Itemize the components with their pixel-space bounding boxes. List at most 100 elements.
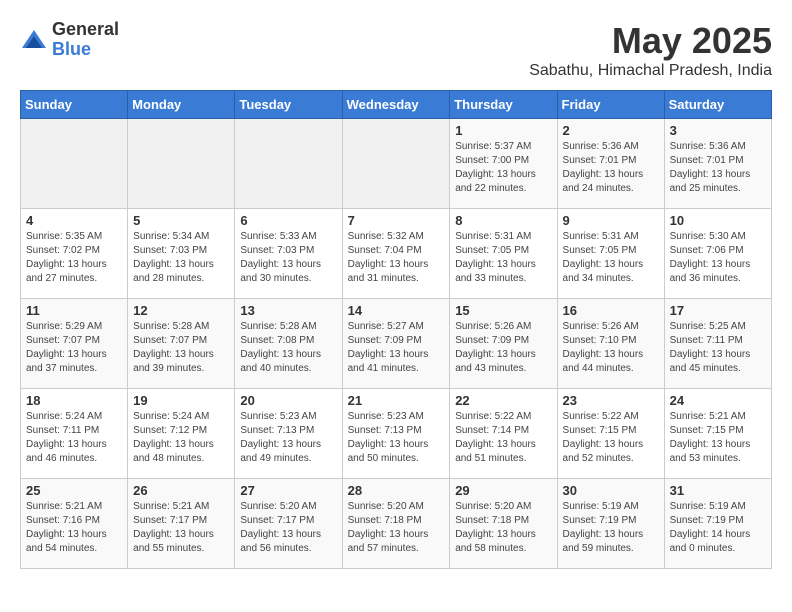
day-number: 7	[348, 213, 445, 228]
day-info: Daylight: 13 hours and 44 minutes.	[563, 348, 659, 376]
day-info: Sunset: 7:12 PM	[133, 424, 229, 438]
day-number: 31	[670, 483, 766, 498]
day-info: Sunrise: 5:21 AM	[133, 500, 229, 514]
table-row: 6Sunrise: 5:33 AMSunset: 7:03 PMDaylight…	[235, 209, 342, 299]
day-info: Daylight: 13 hours and 34 minutes.	[563, 258, 659, 286]
day-info: Sunrise: 5:23 AM	[240, 410, 336, 424]
day-info: Sunrise: 5:34 AM	[133, 230, 229, 244]
day-info: Sunset: 7:02 PM	[26, 244, 122, 258]
logo-icon	[20, 26, 48, 54]
day-info: Sunrise: 5:29 AM	[26, 320, 122, 334]
calendar: Sunday Monday Tuesday Wednesday Thursday…	[20, 90, 772, 569]
table-row: 1Sunrise: 5:37 AMSunset: 7:00 PMDaylight…	[450, 119, 557, 209]
day-info: Daylight: 13 hours and 31 minutes.	[348, 258, 445, 286]
day-number: 29	[455, 483, 551, 498]
day-info: Sunset: 7:15 PM	[670, 424, 766, 438]
table-row: 31Sunrise: 5:19 AMSunset: 7:19 PMDayligh…	[664, 479, 771, 569]
day-info: Daylight: 13 hours and 40 minutes.	[240, 348, 336, 376]
weekday-header-row: Sunday Monday Tuesday Wednesday Thursday…	[21, 91, 772, 119]
day-number: 24	[670, 393, 766, 408]
day-info: Daylight: 13 hours and 55 minutes.	[133, 528, 229, 556]
day-info: Sunset: 7:03 PM	[133, 244, 229, 258]
day-info: Sunrise: 5:20 AM	[455, 500, 551, 514]
day-info: Sunset: 7:14 PM	[455, 424, 551, 438]
day-info: Sunset: 7:18 PM	[348, 514, 445, 528]
day-info: Sunrise: 5:19 AM	[670, 500, 766, 514]
table-row: 22Sunrise: 5:22 AMSunset: 7:14 PMDayligh…	[450, 389, 557, 479]
table-row: 25Sunrise: 5:21 AMSunset: 7:16 PMDayligh…	[21, 479, 128, 569]
day-info: Sunset: 7:11 PM	[670, 334, 766, 348]
day-info: Sunset: 7:13 PM	[348, 424, 445, 438]
day-info: Sunrise: 5:19 AM	[563, 500, 659, 514]
table-row: 23Sunrise: 5:22 AMSunset: 7:15 PMDayligh…	[557, 389, 664, 479]
day-info: Daylight: 13 hours and 43 minutes.	[455, 348, 551, 376]
day-number: 5	[133, 213, 229, 228]
table-row: 4Sunrise: 5:35 AMSunset: 7:02 PMDaylight…	[21, 209, 128, 299]
table-row: 18Sunrise: 5:24 AMSunset: 7:11 PMDayligh…	[21, 389, 128, 479]
day-info: Sunrise: 5:32 AM	[348, 230, 445, 244]
day-info: Sunset: 7:15 PM	[563, 424, 659, 438]
day-info: Sunrise: 5:20 AM	[240, 500, 336, 514]
day-info: Daylight: 13 hours and 37 minutes.	[26, 348, 122, 376]
table-row: 19 Sunrise: 5:24 AMSunset: 7:12 PMDayligh…	[128, 389, 235, 479]
day-info: Daylight: 13 hours and 56 minutes.	[240, 528, 336, 556]
day-info: Sunset: 7:09 PM	[348, 334, 445, 348]
day-info: Sunrise: 5:26 AM	[455, 320, 551, 334]
day-number: 13	[240, 303, 336, 318]
table-row: 21Sunrise: 5:23 AMSunset: 7:13 PMDayligh…	[342, 389, 450, 479]
day-number: 27	[240, 483, 336, 498]
day-number: 3	[670, 123, 766, 138]
day-info: Sunrise: 5:22 AM	[455, 410, 551, 424]
day-number: 19	[133, 393, 229, 408]
day-info: Sunset: 7:07 PM	[26, 334, 122, 348]
day-info: Sunrise: 5:31 AM	[455, 230, 551, 244]
title-area: May 2025 Sabathu, Himachal Pradesh, Indi…	[529, 20, 772, 80]
table-row: 7Sunrise: 5:32 AMSunset: 7:04 PMDaylight…	[342, 209, 450, 299]
day-info: Sunset: 7:17 PM	[133, 514, 229, 528]
day-info: Sunset: 7:06 PM	[670, 244, 766, 258]
logo-text: General Blue	[52, 20, 119, 60]
day-number: 11	[26, 303, 122, 318]
table-row: 15Sunrise: 5:26 AMSunset: 7:09 PMDayligh…	[450, 299, 557, 389]
header-thursday: Thursday	[450, 91, 557, 119]
day-info: Daylight: 13 hours and 27 minutes.	[26, 258, 122, 286]
table-row: 26Sunrise: 5:21 AMSunset: 7:17 PMDayligh…	[128, 479, 235, 569]
day-info: Sunrise: 5:33 AM	[240, 230, 336, 244]
table-row: 10Sunrise: 5:30 AMSunset: 7:06 PMDayligh…	[664, 209, 771, 299]
day-info: Daylight: 13 hours and 57 minutes.	[348, 528, 445, 556]
day-number: 20	[240, 393, 336, 408]
table-row: 28Sunrise: 5:20 AMSunset: 7:18 PMDayligh…	[342, 479, 450, 569]
day-number: 6	[240, 213, 336, 228]
day-number: 14	[348, 303, 445, 318]
day-info: Sunrise: 5:24 AM	[133, 410, 229, 424]
table-row: 2Sunrise: 5:36 AMSunset: 7:01 PMDaylight…	[557, 119, 664, 209]
day-info: Sunset: 7:01 PM	[563, 154, 659, 168]
day-info: Sunset: 7:00 PM	[455, 154, 551, 168]
day-number: 21	[348, 393, 445, 408]
day-info: Sunrise: 5:36 AM	[563, 140, 659, 154]
day-number: 30	[563, 483, 659, 498]
table-row: 3Sunrise: 5:36 AMSunset: 7:01 PMDaylight…	[664, 119, 771, 209]
week-row-3: 11Sunrise: 5:29 AMSunset: 7:07 PMDayligh…	[21, 299, 772, 389]
day-info: Daylight: 13 hours and 48 minutes.	[133, 438, 229, 466]
subtitle: Sabathu, Himachal Pradesh, India	[529, 62, 772, 80]
table-row: 27Sunrise: 5:20 AMSunset: 7:17 PMDayligh…	[235, 479, 342, 569]
day-number: 15	[455, 303, 551, 318]
day-info: Sunrise: 5:24 AM	[26, 410, 122, 424]
day-number: 22	[455, 393, 551, 408]
day-number: 16	[563, 303, 659, 318]
table-row: 8Sunrise: 5:31 AMSunset: 7:05 PMDaylight…	[450, 209, 557, 299]
table-row: 11 Sunrise: 5:29 AMSunset: 7:07 PMDayligh…	[21, 299, 128, 389]
day-info: Sunrise: 5:20 AM	[348, 500, 445, 514]
table-row	[235, 119, 342, 209]
day-number: 12	[133, 303, 229, 318]
day-info: Daylight: 13 hours and 58 minutes.	[455, 528, 551, 556]
table-row: 30Sunrise: 5:19 AMSunset: 7:19 PMDayligh…	[557, 479, 664, 569]
day-info: Sunset: 7:13 PM	[240, 424, 336, 438]
day-info: Sunrise: 5:26 AM	[563, 320, 659, 334]
main-title: May 2025	[529, 20, 772, 62]
day-info: Daylight: 14 hours and 0 minutes.	[670, 528, 766, 556]
day-info: Daylight: 13 hours and 46 minutes.	[26, 438, 122, 466]
header-sunday: Sunday	[21, 91, 128, 119]
week-row-2: 4Sunrise: 5:35 AMSunset: 7:02 PMDaylight…	[21, 209, 772, 299]
